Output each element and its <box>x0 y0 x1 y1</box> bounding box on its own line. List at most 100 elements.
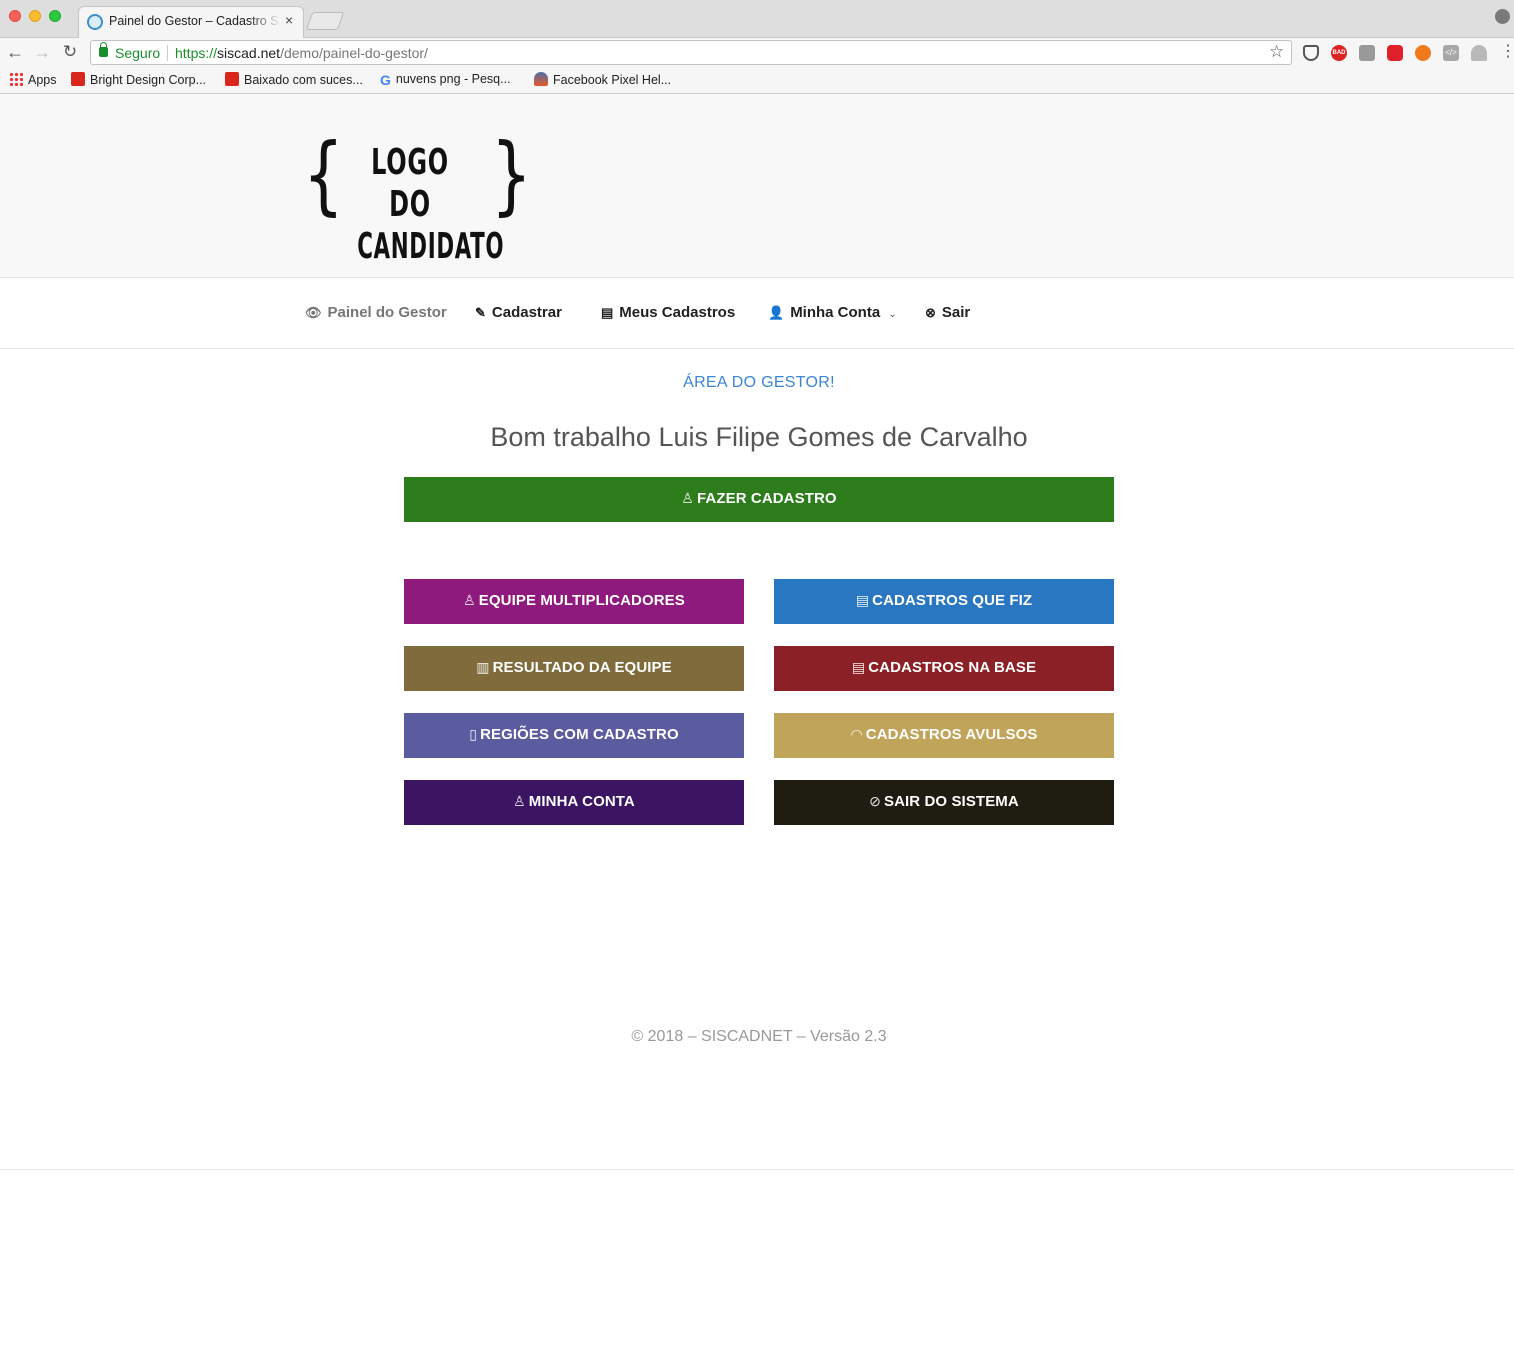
nav-item-painel-do-gestor[interactable]: 👁 Painel do Gestor <box>305 304 447 321</box>
reload-icon[interactable]: ↻ <box>60 42 80 62</box>
maximize-window-button[interactable] <box>49 10 61 22</box>
logo-line2: CANDIDATO <box>357 226 505 267</box>
minimize-window-button[interactable] <box>29 10 41 22</box>
facebook-pixel-icon <box>534 72 548 86</box>
youtube-icon[interactable] <box>1387 45 1403 61</box>
shield-icon[interactable] <box>1303 45 1319 61</box>
bookmark-label: Bright Design Corp... <box>90 73 207 87</box>
bookmark-label: Apps <box>28 73 57 87</box>
list-icon: ▤ <box>851 659 866 675</box>
area-title: ÁREA DO GESTOR! <box>683 374 835 391</box>
ban-icon: ⊘ <box>869 793 881 809</box>
browser-tab-strip: Painel do Gestor – Cadastro Si × <box>0 0 1514 39</box>
lock-icon <box>99 42 108 57</box>
button-label: FAZER CADASTRO <box>696 490 837 507</box>
button-label: REGIÕES COM CADASTRO <box>480 726 679 743</box>
chevron-down-icon: ⌄ <box>888 309 897 320</box>
logo-line1: LOGO DO <box>371 142 449 225</box>
bookmark-red-icon <box>71 72 85 86</box>
code-icon[interactable]: </> <box>1443 45 1459 61</box>
bookmark-star-icon[interactable]: ☆ <box>1269 42 1284 62</box>
nav-item-sair[interactable]: ⊗ Sair <box>925 304 970 321</box>
profile-icon[interactable] <box>1495 9 1510 24</box>
edit-icon: ✎ <box>475 305 486 320</box>
button-label: EQUIPE MULTIPLICADORES <box>478 592 685 609</box>
browser-tab[interactable]: Painel do Gestor – Cadastro Si × <box>78 6 304 39</box>
cadastros-na-base-button[interactable]: ▤ CADASTROS NA BASE <box>774 646 1114 691</box>
nav-item-minha-conta[interactable]: 👤 Minha Conta ⌄ <box>768 304 897 321</box>
url-scheme: https:// <box>175 45 218 61</box>
cadastros-avulsos-button[interactable]: ◠ CADASTROS AVULSOS <box>774 713 1114 758</box>
button-label: CADASTROS NA BASE <box>868 659 1037 676</box>
adblock-icon[interactable]: BAD <box>1331 45 1347 61</box>
camera-icon[interactable] <box>1359 45 1375 61</box>
users-icon: ♙ <box>463 592 476 608</box>
url-text[interactable]: https://siscad.net/demo/painel-do-gestor… <box>175 45 428 61</box>
map-icon: ▯ <box>469 726 478 742</box>
forward-arrow-icon[interactable]: → <box>32 42 52 62</box>
sair-do-sistema-button[interactable]: ⊘ SAIR DO SISTEMA <box>774 780 1114 825</box>
logo-brace-right: } <box>490 125 532 225</box>
url-host: siscad.net <box>217 45 281 61</box>
button-label: CADASTROS AVULSOS <box>865 726 1038 743</box>
user-icon: 👤 <box>768 305 785 320</box>
cadastros-que-fiz-button[interactable]: ▤ CADASTROS QUE FIZ <box>774 579 1114 624</box>
bookmark-apps[interactable]: Apps <box>9 72 57 87</box>
user-icon: ♙ <box>513 793 526 809</box>
apps-grid-icon <box>9 72 23 86</box>
logo-text: LOGO DO CANDIDATO <box>330 142 505 268</box>
bookmark-baixado[interactable]: Baixado com suces... <box>225 72 363 87</box>
close-circle-icon: ⊗ <box>925 305 936 320</box>
new-tab-button[interactable] <box>305 12 345 30</box>
footer-copyright: © 2018 – SISCADNET – Versão 2.3 <box>631 1028 887 1045</box>
nav-item-label: Cadastrar <box>491 304 562 321</box>
site-logo[interactable]: { LOGO DO CANDIDATO } <box>303 132 532 267</box>
document-icon: ▤ <box>601 305 614 320</box>
bookmarks-bar: Apps Bright Design Corp... Baixado com s… <box>0 68 1514 94</box>
nav-item-label: Sair <box>941 304 971 321</box>
equipe-multiplicadores-button[interactable]: ♙ EQUIPE MULTIPLICADORES <box>404 579 744 624</box>
bookmark-label: Facebook Pixel Hel... <box>553 73 672 87</box>
fazer-cadastro-button[interactable]: ♙ FAZER CADASTRO <box>404 477 1114 522</box>
welcome-heading: Bom trabalho Luis Filipe Gomes de Carval… <box>490 422 1028 452</box>
button-label: CADASTROS QUE FIZ <box>872 592 1033 609</box>
favicon-icon <box>87 14 103 30</box>
bookmark-nuvens[interactable]: Gnuvens png - Pesq... <box>380 72 511 88</box>
browser-menu-icon[interactable]: ⋮ <box>1500 42 1514 62</box>
ghost-icon: ◠ <box>850 726 863 742</box>
url-separator <box>167 45 168 61</box>
tab-close-icon[interactable]: × <box>285 12 293 28</box>
user-icon: ♙ <box>681 490 694 506</box>
minha-conta-button[interactable]: ♙ MINHA CONTA <box>404 780 744 825</box>
address-bar[interactable]: Seguro https://siscad.net/demo/painel-do… <box>90 40 1292 65</box>
footer-divider <box>0 1169 1514 1170</box>
bar-chart-icon: ▥ <box>476 659 490 675</box>
documents-icon: ▤ <box>855 592 870 608</box>
nav-item-label: Minha Conta <box>790 304 881 321</box>
download-icon[interactable] <box>1471 45 1487 61</box>
button-label: RESULTADO DA EQUIPE <box>492 659 672 676</box>
nav-item-label: Painel do Gestor <box>327 304 447 321</box>
bookmark-red-icon <box>225 72 239 86</box>
site-header: { LOGO DO CANDIDATO } <box>0 95 1514 278</box>
eye-icon: 👁 <box>305 305 322 320</box>
nav-item-cadastrar[interactable]: ✎ Cadastrar <box>475 304 562 321</box>
close-window-button[interactable] <box>9 10 21 22</box>
bookmark-bright-design[interactable]: Bright Design Corp... <box>71 72 206 87</box>
secure-label: Seguro <box>115 45 161 61</box>
regioes-com-cadastro-button[interactable]: ▯ REGIÕES COM CADASTRO <box>404 713 744 758</box>
extension-orange-icon[interactable] <box>1415 45 1431 61</box>
main-navigation: 👁 Painel do Gestor ✎ Cadastrar ▤ Meus Cadas… <box>0 278 1514 349</box>
bookmark-facebook-pixel[interactable]: Facebook Pixel Hel... <box>534 72 671 87</box>
bookmark-label: Baixado com suces... <box>244 73 363 87</box>
resultado-da-equipe-button[interactable]: ▥ RESULTADO DA EQUIPE <box>404 646 744 691</box>
browser-toolbar: ← → ↻ Seguro https://siscad.net/demo/pai… <box>0 38 1514 68</box>
back-arrow-icon[interactable]: ← <box>5 42 25 62</box>
nav-item-meus-cadastros[interactable]: ▤ Meus Cadastros <box>601 304 735 321</box>
google-icon: G <box>380 72 391 88</box>
tab-title-fade <box>249 11 281 31</box>
nav-item-label: Meus Cadastros <box>619 304 736 321</box>
bookmark-label: nuvens png - Pesq... <box>395 72 511 86</box>
button-label: SAIR DO SISTEMA <box>883 793 1019 810</box>
url-path: /demo/painel-do-gestor/ <box>280 45 428 61</box>
